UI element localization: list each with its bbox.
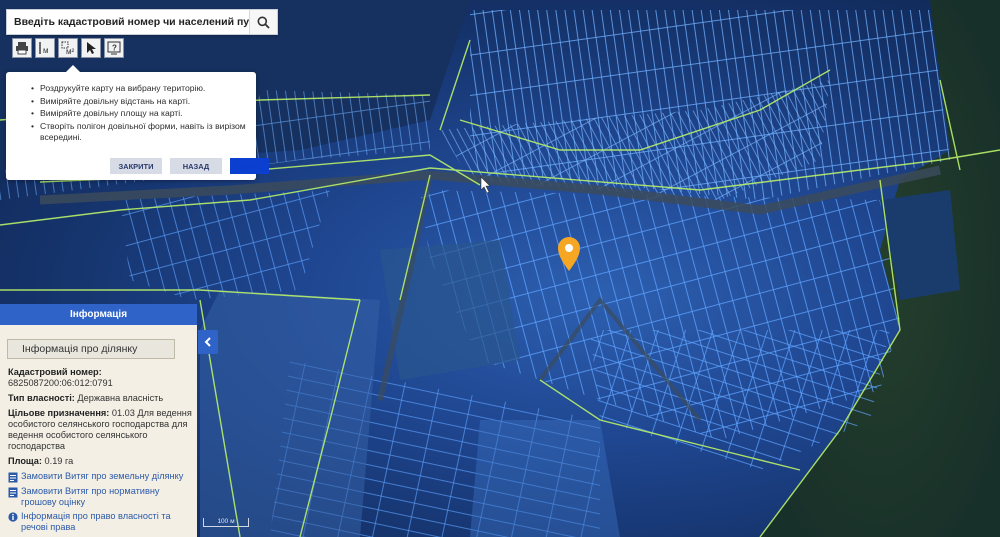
measure-distance-button[interactable]: м (35, 38, 55, 58)
svg-text:м²: м² (66, 47, 75, 55)
back-button[interactable]: НАЗАД (170, 158, 222, 174)
print-icon (16, 42, 28, 55)
ownership-label: Тип власності: (8, 393, 75, 403)
measure-distance-icon: м (39, 42, 49, 55)
search-icon (257, 16, 270, 29)
info-panel-body: Інформація про ділянку Кадастровий номер… (0, 325, 197, 537)
document-icon (8, 487, 18, 498)
purpose-label: Цільове призначення: (8, 408, 110, 418)
close-button[interactable]: ЗАКРИТИ (110, 158, 162, 174)
area-value: 0.19 га (44, 456, 74, 466)
tools-help-popup: Роздрукуйте карту на вибрану територію. … (6, 65, 269, 180)
pointer-button[interactable] (81, 38, 101, 58)
ownership-rights-link-label: Інформація про право власності та речові… (21, 511, 171, 532)
area-label: Площа: (8, 456, 42, 466)
help-list: Роздрукуйте карту на вибрану територію. … (6, 72, 256, 144)
info-panel: Інформація Інформація про ділянку Кадаст… (0, 304, 197, 537)
order-extract-link[interactable]: Замовити Витяг про земельну ділянку (8, 471, 192, 483)
order-extract-link-label: Замовити Витяг про земельну ділянку (21, 471, 184, 481)
cadastral-number-row: Кадастровий номер: 6825087200:06:012:079… (8, 367, 192, 389)
map-scale: 100 м (203, 518, 249, 527)
info-circle-icon (8, 512, 18, 522)
info-panel-header: Інформація (0, 304, 197, 325)
purpose-row: Цільове призначення: 01.03 Для ведення о… (8, 408, 192, 452)
document-icon (8, 472, 18, 483)
measure-area-icon: м² (61, 41, 75, 55)
print-button[interactable] (12, 38, 32, 58)
ownership-row: Тип власності: Державна власність (8, 393, 192, 404)
help-buttons: ЗАКРИТИ НАЗАД ДАЛІ (110, 158, 269, 174)
chevron-left-icon (204, 337, 211, 347)
search-bar (6, 9, 278, 35)
svg-text:?: ? (112, 44, 117, 53)
order-valuation-link-label: Замовити Витяг про нормативну грошову оц… (21, 486, 160, 507)
info-icon: ? (107, 41, 121, 55)
help-item: Виміряйте довільну площу на карті. (31, 108, 246, 120)
collapse-panel-button[interactable] (198, 330, 218, 354)
cadastral-number-label: Кадастровий номер: (8, 367, 102, 377)
help-item: Виміряйте довільну відстань на карті. (31, 96, 246, 108)
search-button[interactable] (249, 10, 277, 34)
order-valuation-link[interactable]: Замовити Витяг про нормативну грошову оц… (8, 486, 192, 508)
help-item: Роздрукуйте карту на вибрану територію. (31, 83, 246, 95)
search-input[interactable] (7, 10, 249, 34)
parcel-info-title: Інформація про ділянку (7, 339, 175, 359)
ownership-rights-link[interactable]: Інформація про право власності та речові… (8, 511, 192, 533)
cadastral-number-value: 6825087200:06:012:0791 (8, 378, 113, 388)
map-toolbar: м м² ? (12, 38, 124, 58)
help-item: Створіть полігон довільної форми, навіть… (31, 121, 246, 144)
svg-text:м: м (43, 46, 49, 55)
pointer-icon (87, 42, 96, 54)
ownership-value: Державна власність (77, 393, 164, 403)
info-tool-button[interactable]: ? (104, 38, 124, 58)
next-button[interactable]: ДАЛІ (230, 158, 269, 174)
measure-area-button[interactable]: м² (58, 38, 78, 58)
area-row: Площа: 0.19 га (8, 456, 192, 467)
